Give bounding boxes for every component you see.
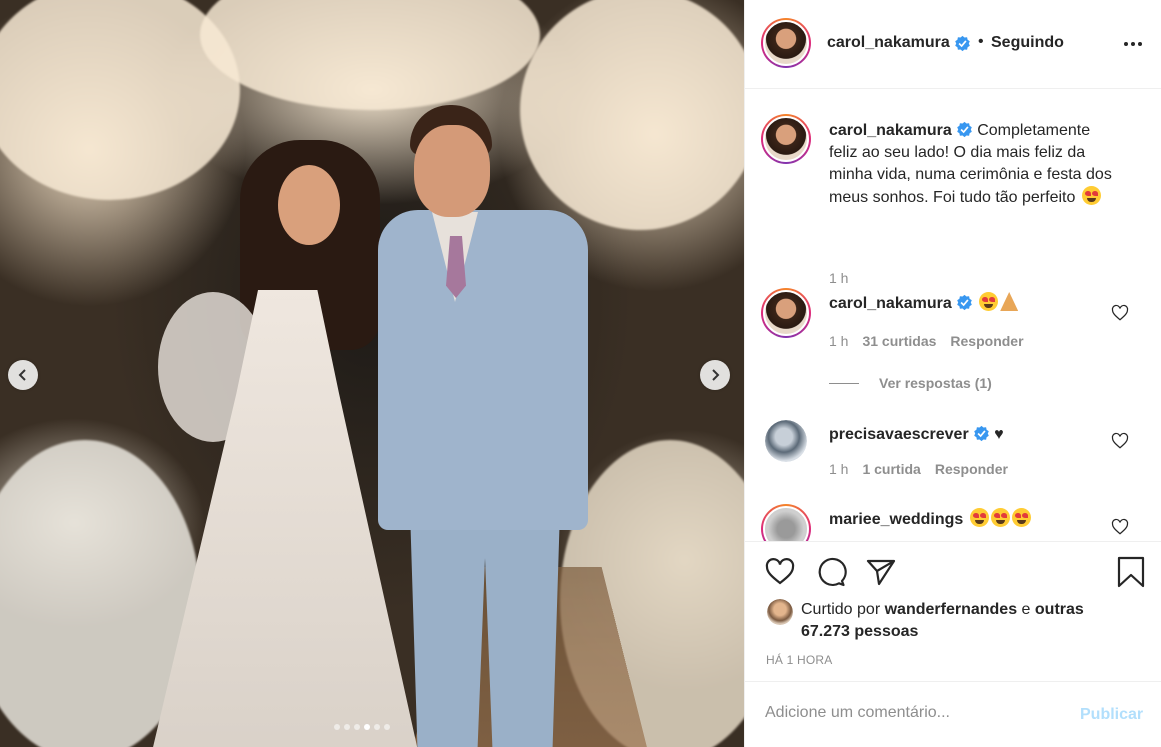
publish-button[interactable]: Publicar [1080,706,1143,724]
author-avatar[interactable] [761,18,811,68]
author-username[interactable]: carol_nakamura [827,34,950,52]
comment-meta: 1 h [829,270,848,286]
comment-time[interactable]: 1 h [829,270,848,286]
commenter-avatar[interactable] [761,288,811,338]
heart-eyes-emoji [969,508,989,527]
comment-button[interactable] [815,556,847,588]
following-button[interactable]: Seguindo [991,34,1064,52]
groom-suit [378,210,588,530]
verified-badge-icon [973,425,989,442]
comment-meta: 1 h 31 curtidas Responder [829,333,1024,349]
comment-username[interactable]: mariee_weddings [829,511,963,528]
comment-time[interactable]: 1 h [829,461,848,477]
post-timestamp[interactable]: HÁ 1 HORA [766,653,832,667]
likes-conjunction: e [1021,601,1031,618]
comment-username[interactable]: carol_nakamura [829,295,952,312]
comment-body: carol_nakamura [829,292,1119,315]
heart-eyes-emoji [979,292,999,311]
add-comment-form: Publicar [745,681,1161,747]
heart-eyes-emoji [990,508,1010,527]
post-photo[interactable] [0,0,744,747]
chevron-left-icon [18,369,26,381]
paper-plane-icon [866,559,896,586]
folded-hands-emoji [1000,292,1019,311]
carousel-dot [374,724,380,730]
comment-username[interactable]: carol_nakamura [829,122,952,139]
heart-eyes-emoji [1011,508,1031,527]
comment-meta: 1 h 1 curtida Responder [829,461,1008,477]
carousel-next-button[interactable] [700,360,730,390]
replies-line [829,382,859,384]
comment-likes[interactable]: 1 curtida [862,461,920,477]
save-button[interactable] [1115,556,1147,588]
post-side-panel: carol_nakamura • Seguindo carol_nakamura… [744,0,1161,747]
like-comment-heart-icon[interactable] [1111,432,1129,450]
heart-icon [765,558,795,585]
heart-eyes-emoji [1081,186,1101,205]
liker-avatar[interactable] [767,599,793,625]
view-replies-label: Ver respostas (1) [879,375,992,391]
comment-bubble-icon [818,557,847,587]
likes-prefix: Curtido por [801,601,881,618]
comment-input[interactable] [765,704,1065,722]
comment-likes[interactable]: 31 curtidas [862,333,936,349]
reply-button[interactable]: Responder [935,461,1008,477]
caption-text: carol_nakamura Completamente feliz ao se… [829,120,1119,209]
groom-face [414,125,490,217]
carousel-dot [344,724,350,730]
liked-by-avatars [767,599,793,625]
liker-username[interactable]: wanderfernandes [885,601,1017,618]
comment-body: mariee_weddings [829,508,1119,531]
bookmark-icon [1117,556,1145,588]
carousel-dot [354,724,360,730]
likes-summary: Curtido por wanderfernandes e outras 67.… [801,599,1101,643]
comment-body: precisavaescrever ♥ [829,424,1119,446]
comments-list[interactable]: carol_nakamura Completamente feliz ao se… [745,90,1161,541]
view-replies-button[interactable]: Ver respostas (1) [829,375,992,391]
carousel-dots [334,724,390,730]
header-separator: • [978,33,984,50]
commenter-avatar[interactable] [761,504,811,541]
verified-badge-icon [955,35,970,52]
carousel-dot [364,724,370,730]
blossom-decoration [200,0,540,110]
more-options-icon[interactable] [1123,36,1143,52]
post-actions: Curtido por wanderfernandes e outras 67.… [745,541,1161,681]
carousel-dot [334,724,340,730]
author-avatar[interactable] [761,114,811,164]
like-comment-heart-icon[interactable] [1111,304,1129,322]
comment-time[interactable]: 1 h [829,333,848,349]
verified-badge-icon [956,294,972,311]
carousel-dot [384,724,390,730]
verified-badge-icon [956,121,972,138]
bride-face [278,165,340,245]
like-button[interactable] [764,556,796,588]
commenter-avatar[interactable] [765,420,807,462]
share-button[interactable] [865,556,897,588]
comment-text: ♥ [994,426,1004,443]
comment-username[interactable]: precisavaescrever [829,426,969,443]
blossom-decoration [520,0,744,230]
carousel-prev-button[interactable] [8,360,38,390]
like-comment-heart-icon[interactable] [1111,518,1129,536]
post-header: carol_nakamura • Seguindo [745,0,1161,89]
chevron-right-icon [712,369,720,381]
reply-button[interactable]: Responder [950,333,1023,349]
